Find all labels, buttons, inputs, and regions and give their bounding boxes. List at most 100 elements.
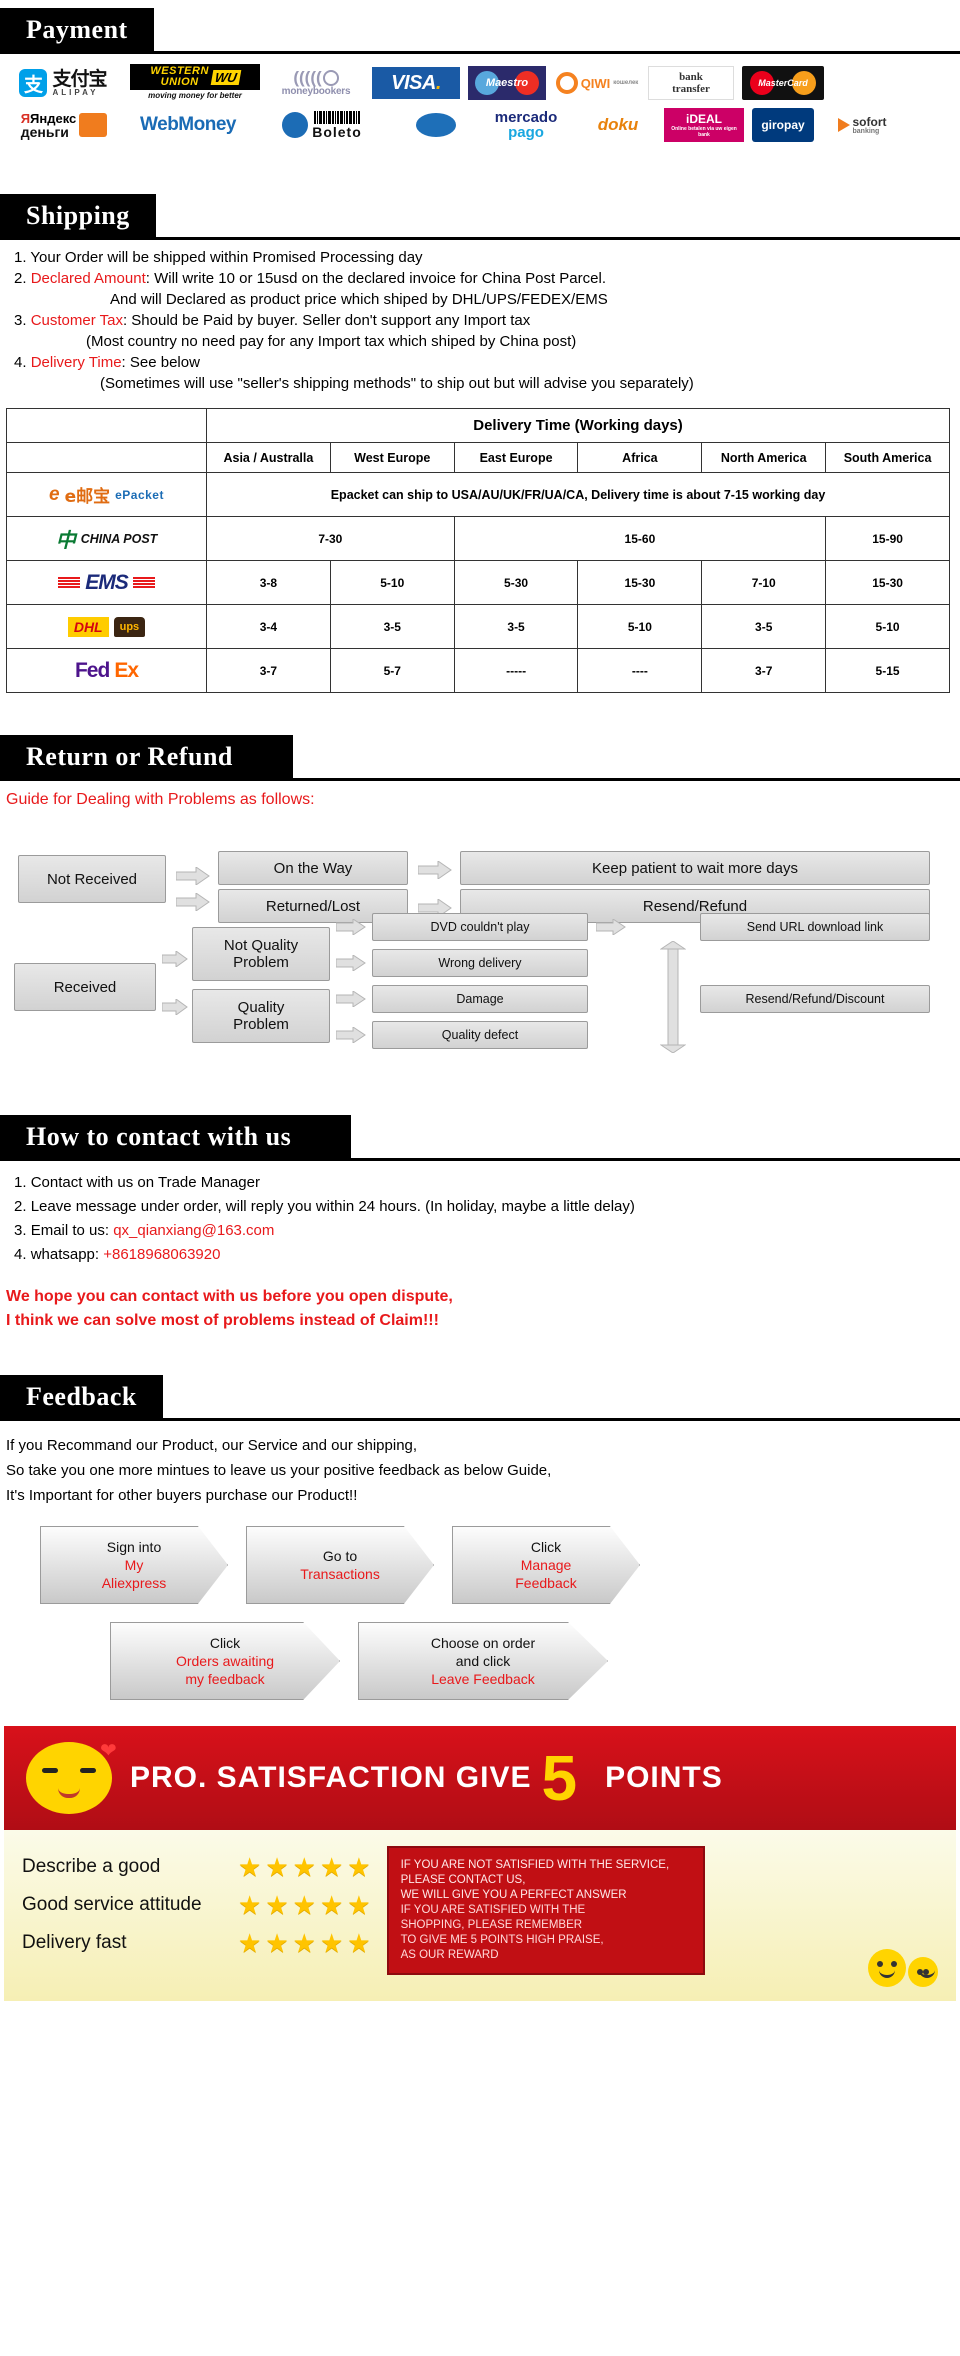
flow-damage: Damage — [372, 985, 588, 1013]
contact-item-3: 3. Email to us: qx_qianxiang@163.com — [14, 1219, 960, 1243]
card-line-2: WE WILL GIVE YOU A PERFECT ANSWER — [400, 1889, 627, 1901]
not-quality-line2: Problem — [233, 954, 289, 971]
ideal-label: iDEAL — [686, 112, 722, 126]
contact-whatsapp-value[interactable]: +8618968063920 — [103, 1246, 220, 1263]
alipay-icon: 支 支付宝 ALIPAY — [4, 66, 122, 100]
cell-dhl-africa: 5-10 — [577, 604, 703, 649]
ratings-list: Describe a good ★ ★ ★ ★ ★ Good service a… — [22, 1854, 371, 1968]
smiley-icon — [908, 1957, 938, 1987]
shipping-item-2: 2. Declared Amount: Will write 10 or 15u… — [14, 269, 960, 289]
flow-on-the-way: On the Way — [218, 851, 408, 885]
alipay-cn-label: 支付宝 — [52, 67, 107, 90]
shipping-item-4: 4. Delivery Time: See below — [14, 353, 960, 373]
qiwi-label: QIWI — [580, 75, 611, 91]
cell-ems-east-europe: 5-30 — [453, 560, 579, 605]
step4-red2: my feedback — [185, 1671, 265, 1687]
arrow-icon — [176, 867, 210, 885]
smiley-group — [868, 1949, 938, 1987]
cell-dhl-south-america: 5-10 — [825, 604, 950, 649]
sofort-icon: sofort banking — [822, 108, 902, 142]
feedback-section-header: Feedback — [0, 1375, 960, 1421]
alipay-glyph: 支 — [19, 69, 48, 97]
feedback-step-1[interactable]: Sign into My Aliexpress — [40, 1526, 228, 1604]
table-row-ems: EMS 3-8 5-10 5-30 15-30 7-10 15-30 — [6, 560, 950, 605]
bracket-arrow-icon — [660, 941, 686, 1053]
stars-delivery: ★ ★ ★ ★ ★ — [238, 1930, 371, 1956]
notice-line-2: I think we can solve most of problems in… — [6, 1312, 439, 1329]
list-number: 4. — [14, 1246, 27, 1263]
quality-line2: Problem — [233, 1016, 289, 1033]
dhl-icon: DHL — [67, 616, 109, 637]
column-header-east-europe: East Europe — [453, 442, 579, 473]
not-quality-line1: Not Quality — [223, 937, 299, 954]
promo-headline: PRO. SATISFACTION GIVE — [130, 1761, 532, 1794]
column-header-west-europe: West Europe — [329, 442, 455, 473]
refund-guide-text: Guide for Dealing with Problems as follo… — [6, 791, 315, 808]
promo-ratings-bar: Describe a good ★ ★ ★ ★ ★ Good service a… — [4, 1830, 956, 2001]
column-header-north-america: North America — [701, 442, 827, 473]
card-line-3: IF YOU ARE SATISFIED WITH THE — [400, 1904, 586, 1916]
star-icon: ★ — [265, 1927, 289, 1958]
table-row-columns: Asia / Australla West Europe East Europe… — [6, 442, 950, 473]
list-number: 2. — [14, 1198, 27, 1215]
feedback-title: Feedback — [0, 1375, 163, 1421]
feedback-step-5[interactable]: Choose on order and click Leave Feedback — [358, 1622, 608, 1700]
cell-fedex-east-europe: ----- — [453, 648, 579, 693]
contact-email-value[interactable]: qx_qianxiang@163.com — [113, 1222, 274, 1239]
step2-plain: Go to — [322, 1548, 358, 1564]
carrier-epacket: e e邮宝 ePacket — [6, 472, 207, 517]
bank-transfer-icon: bank transfer — [648, 66, 734, 100]
moneybookers-icon: ((((( moneybookers — [268, 66, 364, 100]
flow-send-url: Send URL download link — [700, 913, 930, 941]
step3-red1: Manage — [520, 1557, 572, 1573]
wu-caption: moving money for better — [148, 91, 242, 100]
contact-item-text: whatsapp: — [30, 1246, 104, 1263]
column-header-asia: Asia / Australla — [206, 442, 331, 473]
feedback-step-3[interactable]: Click Manage Feedback — [452, 1526, 640, 1604]
shipping-item-3: 3. Customer Tax: Should be Paid by buyer… — [14, 311, 960, 331]
stars-describe: ★ ★ ★ ★ ★ — [238, 1854, 371, 1880]
carrier-fedex: Fed Ex — [6, 648, 207, 693]
shipping-item-text: : See below — [121, 354, 200, 371]
cell-ems-north-america: 7-10 — [701, 560, 827, 605]
cell-dhl-north-america: 3-5 — [701, 604, 827, 649]
return-title: Return or Refund — [0, 735, 293, 781]
delivery-table-title: Delivery Time (Working days) — [206, 408, 950, 443]
star-icon: ★ — [292, 1851, 316, 1882]
contact-item-text: Email to us: — [30, 1222, 114, 1239]
star-icon: ★ — [238, 1889, 262, 1920]
table-corner-cell — [6, 408, 207, 443]
rating-row-service: Good service attitude ★ ★ ★ ★ ★ — [22, 1892, 371, 1918]
payment-row-2: ЯЯндекс деньги WebMoney Boleto mercado p… — [4, 108, 956, 142]
list-number: 3. — [14, 1222, 27, 1239]
stars-service: ★ ★ ★ ★ ★ — [238, 1892, 371, 1918]
shipping-item-1: 1. Your Order will be shipped within Pro… — [14, 248, 960, 268]
star-icon: ★ — [347, 1927, 371, 1958]
card-line-4: SHOPPING, PLEASE REMEMBER — [400, 1919, 583, 1931]
webmoney-icon: WebMoney — [132, 108, 244, 142]
flow-not-received: Not Received — [18, 855, 166, 903]
feedback-step-4[interactable]: Click Orders awaiting my feedback — [110, 1622, 340, 1700]
visa-icon: VISA. — [372, 67, 460, 99]
flow-resend-refund-discount: Resend/Refund/Discount — [700, 985, 930, 1013]
cell-ems-south-america: 15-30 — [825, 560, 950, 605]
seller-info-page: Payment 支 支付宝 ALIPAY WESTERN UNION WU mo… — [0, 8, 960, 2019]
moneybookers-label: moneybookers — [281, 85, 351, 97]
flow-received: Received — [14, 963, 156, 1011]
notice-line-1: We hope you can contact with us before y… — [6, 1288, 453, 1305]
return-section-header: Return or Refund — [0, 735, 960, 781]
star-icon: ★ — [319, 1889, 344, 1920]
epacket-note: Epacket can ship to USA/AU/UK/FR/UA/CA, … — [206, 472, 950, 517]
flow-dvd-issue: DVD couldn't play — [372, 913, 588, 941]
step4-plain: Click — [209, 1635, 241, 1651]
cell-dhl-asia: 3-4 — [206, 604, 331, 649]
contact-item-1: 1. Contact with us on Trade Manager — [14, 1171, 960, 1195]
ems-label: EMS — [85, 570, 129, 594]
flow-keep-patient: Keep patient to wait more days — [460, 851, 930, 885]
contact-title: How to contact with us — [0, 1115, 352, 1161]
arrow-icon — [336, 955, 366, 971]
giropay-icon: giropay — [752, 108, 814, 142]
cell-ems-west-europe: 5-10 — [329, 560, 455, 605]
card-line-6: AS OUR REWARD — [400, 1949, 499, 1961]
feedback-step-2[interactable]: Go to Transactions — [246, 1526, 434, 1604]
